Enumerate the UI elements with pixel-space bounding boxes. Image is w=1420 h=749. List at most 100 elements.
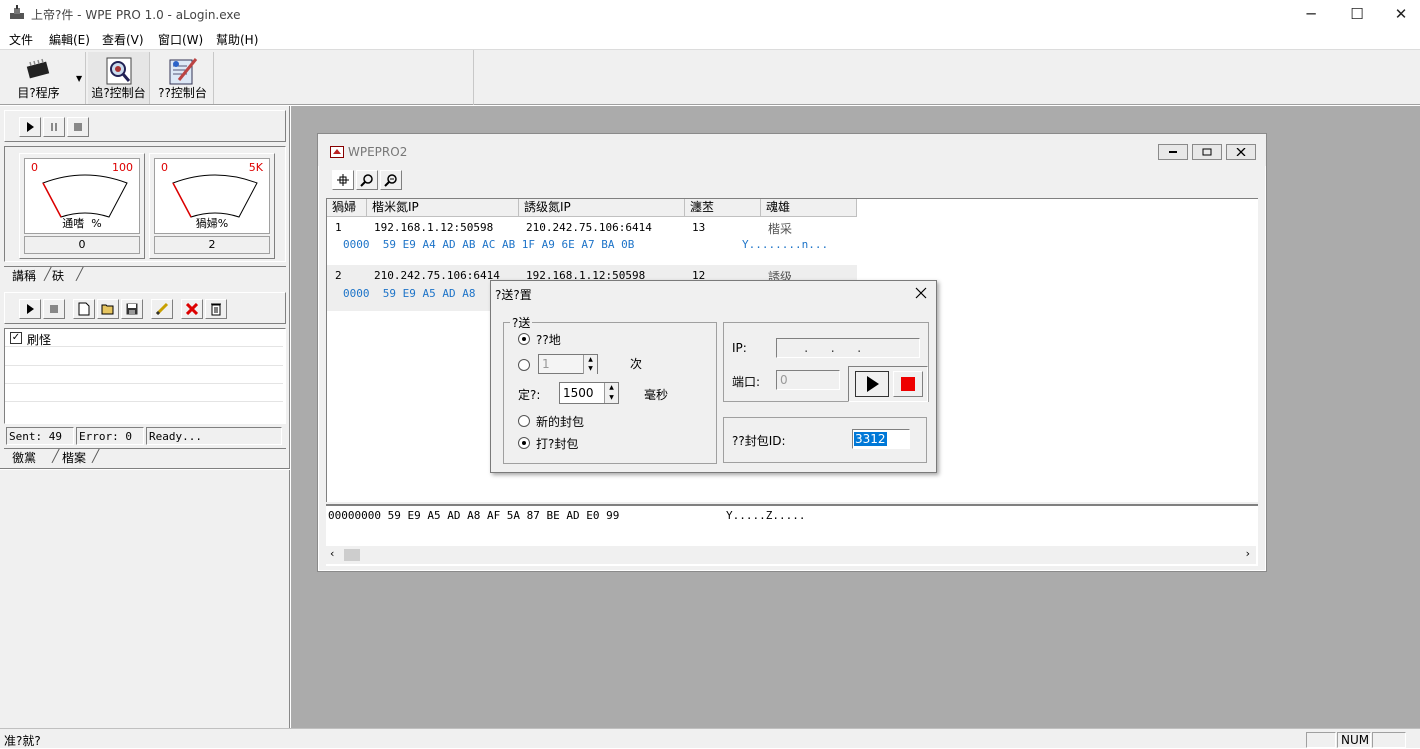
cell-destination: 210.242.75.106:6414 xyxy=(526,221,652,234)
target-program-button[interactable]: ▼ 目?程序 xyxy=(6,52,86,104)
menu-file[interactable]: 文件 xyxy=(9,31,33,48)
window-app-icon xyxy=(330,146,344,158)
tab-4[interactable]: 楷案 xyxy=(62,449,86,466)
close-button[interactable]: ✕ xyxy=(1378,0,1420,28)
column-header-length[interactable]: 瀍苤 xyxy=(685,199,761,217)
cell-source: 192.168.1.12:50598 xyxy=(374,221,494,234)
child-restore-button[interactable] xyxy=(1192,144,1222,160)
play-icon xyxy=(27,122,34,132)
checkbox-checked-icon[interactable]: ✓ xyxy=(10,332,22,344)
filter-play-button[interactable] xyxy=(19,299,41,319)
column-header-destination[interactable]: 誘级氮IP xyxy=(519,199,685,217)
send-settings-dialog: ?送?置 ?送 ??地 1 ▲ ▼ 次 定?: 1500 ▲ ▼ 毫秒 新的封包… xyxy=(490,280,937,473)
pause-button[interactable] xyxy=(43,117,65,137)
gauge-dial-icon xyxy=(42,174,128,218)
hex-line: 00000000 59 E9 A5 AD A8 AF 5A 87 BE AD E… xyxy=(328,509,620,522)
radio-infinite[interactable] xyxy=(518,333,530,345)
search-next-button[interactable] xyxy=(380,170,402,190)
column-header-source[interactable]: 楷米氮IP xyxy=(367,199,519,217)
error-count: Error: 0 xyxy=(76,427,144,445)
play-button[interactable] xyxy=(19,117,41,137)
trash-icon xyxy=(211,303,221,316)
hex-view: 00000000 59 E9 A5 AD A8 AF 5A 87 BE AD E… xyxy=(326,504,1258,566)
gauges-panel: 0 100 通嗜 % 0 0 5K 猧婦% 2 xyxy=(4,146,286,262)
radio-count[interactable] xyxy=(518,359,530,371)
radio-new-packet-label: 新的封包 xyxy=(536,415,585,429)
spin-down-icon[interactable]: ▼ xyxy=(583,364,597,374)
hex-ascii: Y.....Z..... xyxy=(726,509,806,522)
cell-hex: 0000 59 E9 A4 AD AB AC AB 1F A9 6E A7 BA… xyxy=(343,238,635,251)
gauge-value: 2 xyxy=(154,236,270,254)
scroll-left-icon[interactable]: ‹ xyxy=(330,547,334,560)
filter-toggle-button[interactable] xyxy=(332,170,354,190)
send-start-button[interactable] xyxy=(855,371,889,397)
tab-2[interactable]: 砆 xyxy=(52,267,64,284)
chip-icon xyxy=(26,58,49,79)
menu-view[interactable]: 查看(V) xyxy=(102,31,144,48)
count-stepper[interactable]: 1 ▲ ▼ xyxy=(538,354,598,374)
packet-id-field[interactable]: 3312 xyxy=(852,429,910,449)
port-label: 端口: xyxy=(732,375,761,389)
menu-window[interactable]: 窗口(W) xyxy=(158,31,203,48)
maximize-button[interactable]: ☐ xyxy=(1334,0,1380,28)
column-header-no[interactable]: 猧婦 xyxy=(327,199,367,217)
trash-button[interactable] xyxy=(205,299,227,319)
filter-console-button[interactable]: ??控制台 xyxy=(152,52,214,104)
play-icon xyxy=(867,376,879,392)
spin-up-icon[interactable]: ▲ xyxy=(604,383,618,393)
new-file-button[interactable] xyxy=(73,299,95,319)
minimize-button[interactable]: ─ xyxy=(1288,0,1334,28)
open-file-button[interactable] xyxy=(97,299,119,319)
filter-list: ✓ 刷怪 xyxy=(4,328,286,424)
tab-strip-top: 講稱 ╱ 砆 ╱ xyxy=(4,266,286,284)
ip-field[interactable]: . . . xyxy=(776,338,920,358)
gauge-min: 0 xyxy=(31,161,38,174)
menu-help[interactable]: 幫助(H) xyxy=(216,31,258,48)
radio-hit-packet[interactable] xyxy=(518,437,530,449)
new-file-icon xyxy=(78,302,90,316)
stop-button[interactable] xyxy=(67,117,89,137)
search-icon xyxy=(360,174,373,187)
gauge-value: 0 xyxy=(24,236,140,254)
cell-ascii: Y........n... xyxy=(742,238,829,251)
status-panel-caps xyxy=(1306,732,1336,748)
column-header-direction[interactable]: 魂雄 xyxy=(761,199,857,217)
filter-stop-button[interactable] xyxy=(43,299,65,319)
send-stop-button[interactable] xyxy=(893,371,923,397)
dialog-close-icon[interactable] xyxy=(915,287,927,299)
target-group: IP: . . . 端口: 0 xyxy=(723,322,929,402)
tab-1[interactable]: 講稱 xyxy=(12,267,36,284)
dropdown-arrow-icon[interactable]: ▼ xyxy=(76,74,82,83)
search-button[interactable] xyxy=(356,170,378,190)
gauge-label: 猧婦% xyxy=(195,217,229,230)
delete-button[interactable] xyxy=(181,299,203,319)
gauge-packets: 0 5K 猧婦% 2 xyxy=(149,153,275,259)
edit-button[interactable] xyxy=(151,299,173,319)
send-group-label: ?送 xyxy=(510,314,533,331)
horizontal-scrollbar[interactable]: ‹ › xyxy=(326,546,1256,564)
child-minimize-button[interactable] xyxy=(1158,144,1188,160)
filter-console-icon xyxy=(169,58,197,85)
stop-icon xyxy=(901,377,915,391)
menu-edit[interactable]: 編輯(E) xyxy=(49,31,90,48)
packet-window-titlebar[interactable]: WPEPRO2 xyxy=(318,134,1266,166)
list-item[interactable]: ✓ 刷怪 xyxy=(5,329,283,347)
port-field[interactable]: 0 xyxy=(776,370,840,390)
tab-3[interactable]: 徼黨 xyxy=(12,449,36,466)
scroll-right-icon[interactable]: › xyxy=(1246,547,1250,560)
cell-hex: 0000 59 E9 A5 AD A8 xyxy=(343,287,476,300)
table-row[interactable]: 1 192.168.1.12:50598 210.242.75.106:6414… xyxy=(327,218,1259,254)
tab-strip-bottom: 徼黨 ╱ 楷案 ╱ xyxy=(4,448,286,466)
radio-new-packet[interactable] xyxy=(518,415,530,427)
spin-down-icon[interactable]: ▼ xyxy=(604,393,618,403)
status-text: 准?就? xyxy=(4,734,41,748)
child-close-button[interactable] xyxy=(1226,144,1256,160)
save-button[interactable] xyxy=(121,299,143,319)
pause-icon xyxy=(51,123,57,131)
interval-stepper[interactable]: 1500 ▲ ▼ xyxy=(559,382,619,404)
trace-console-button[interactable]: 追?控制台 xyxy=(88,52,150,104)
filter-console-label: ??控制台 xyxy=(158,86,207,100)
radio-hit-packet-label: 打?封包 xyxy=(536,437,579,451)
scroll-thumb[interactable] xyxy=(344,549,360,561)
stop-icon xyxy=(74,123,82,131)
